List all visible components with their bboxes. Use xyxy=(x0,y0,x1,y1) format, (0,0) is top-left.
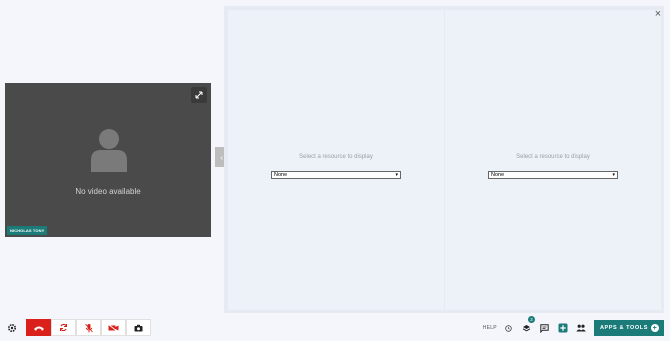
resource-pane-left: Select a resource to display None ▾ xyxy=(228,10,444,310)
help-button[interactable] xyxy=(500,319,518,337)
settings-button[interactable] xyxy=(5,321,19,335)
resource-content-area: Select a resource to display None ▾ Sele… xyxy=(224,6,664,313)
participant-name-tag: NICHOLAS TONY xyxy=(7,226,48,235)
help-clock-icon xyxy=(505,324,513,332)
gear-icon xyxy=(7,323,17,333)
toggle-video-button[interactable] xyxy=(101,319,126,336)
avatar-placeholder-icon xyxy=(91,129,127,172)
chevron-down-icon: ▾ xyxy=(395,172,398,178)
minimize-video-button[interactable] xyxy=(191,87,207,103)
end-call-button[interactable] xyxy=(26,319,51,336)
switch-camera-button[interactable] xyxy=(51,319,76,336)
apps-tools-button[interactable]: APPS & TOOLS + xyxy=(593,320,664,336)
right-tools: HELP 3 APPS & TOOLS + xyxy=(483,316,664,337)
no-video-label: No video available xyxy=(75,187,141,196)
chevron-left-icon: ‹ xyxy=(220,152,223,162)
add-icon xyxy=(558,323,568,333)
participants-button[interactable] xyxy=(572,319,590,337)
close-panel-button[interactable]: × xyxy=(652,8,664,20)
camera-icon xyxy=(134,324,143,331)
chat-icon xyxy=(540,323,550,333)
refresh-icon xyxy=(59,323,68,332)
plus-icon: + xyxy=(651,324,659,332)
chat-button[interactable] xyxy=(536,319,554,337)
resource-select-right[interactable]: None ▾ xyxy=(488,171,618,179)
notification-badge: 3 xyxy=(527,316,535,323)
resource-prompt-right: Select a resource to display xyxy=(516,154,590,160)
resource-select-left[interactable]: None ▾ xyxy=(271,171,401,179)
bottom-toolbar: HELP 3 APPS & TOOLS + xyxy=(0,315,670,341)
people-icon xyxy=(576,324,586,332)
layers-button[interactable]: 3 xyxy=(518,316,536,337)
apps-tools-label: APPS & TOOLS xyxy=(599,325,648,331)
hang-up-icon xyxy=(33,326,44,331)
resource-select-left-value: None xyxy=(274,172,288,178)
resource-prompt-left: Select a resource to display xyxy=(299,154,373,160)
chevron-down-icon: ▾ xyxy=(612,172,615,178)
snapshot-button[interactable] xyxy=(126,319,151,336)
video-off-icon xyxy=(108,323,119,332)
layers-icon xyxy=(523,324,531,331)
video-tile: No video available NICHOLAS TONY xyxy=(5,83,211,237)
resource-select-right-value: None xyxy=(491,172,505,178)
add-participant-button[interactable] xyxy=(554,319,572,337)
help-label[interactable]: HELP xyxy=(483,325,497,331)
resource-pane-right: Select a resource to display None ▾ xyxy=(445,10,661,310)
call-controls xyxy=(26,319,151,336)
minimize-icon xyxy=(195,91,203,99)
microphone-off-icon xyxy=(84,323,93,332)
mute-microphone-button[interactable] xyxy=(76,319,101,336)
close-icon: × xyxy=(654,8,662,20)
